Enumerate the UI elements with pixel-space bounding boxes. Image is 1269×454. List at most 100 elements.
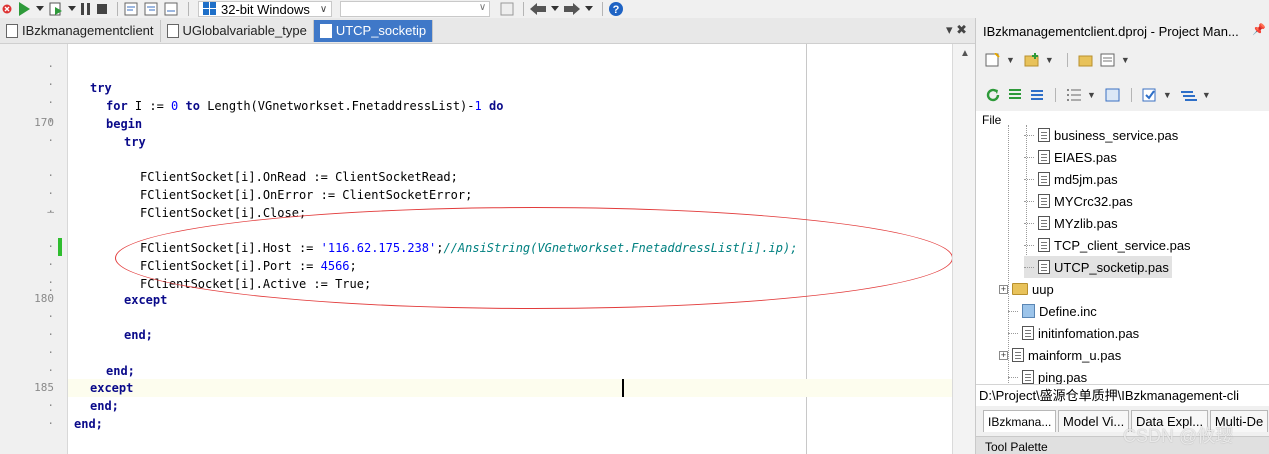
- target-platform-select[interactable]: 32-bit Windows ∨: [198, 1, 333, 17]
- chevron-down-icon[interactable]: ▼: [1121, 55, 1130, 65]
- open-folder-icon[interactable]: [1077, 52, 1095, 68]
- scroll-up-icon[interactable]: ▲: [960, 48, 970, 59]
- forward-arrow-icon[interactable]: [563, 1, 581, 17]
- sort-icon[interactable]: [1065, 87, 1083, 103]
- new-item-icon[interactable]: [984, 52, 1002, 68]
- tree-guide: [1024, 244, 1034, 246]
- build-config-combo[interactable]: ∨: [340, 1, 491, 17]
- line-number-gutter: · · · · 170 · · · · – · · · · 180 · · · …: [0, 44, 68, 454]
- keyword: except: [124, 293, 168, 307]
- string-literal: '116.62.175.238': [320, 241, 437, 255]
- code-line: end;: [124, 326, 153, 344]
- gutter-mark: ·: [47, 134, 54, 147]
- pin-icon[interactable]: 📌: [1252, 23, 1266, 36]
- code-line: end;: [106, 362, 135, 380]
- tool-palette-header[interactable]: Tool Palette: [976, 436, 1269, 454]
- expand-icon[interactable]: +: [999, 350, 1008, 360]
- code-text: Length(VGnetworkset.FnetaddressList)-: [199, 99, 475, 113]
- forward-dropdown-icon[interactable]: [585, 1, 594, 17]
- trace-into-icon[interactable]: [143, 1, 159, 17]
- code-comment: //AnsiString(VGnetworkset.FnetaddressLis…: [443, 241, 798, 255]
- gutter-mark: ·: [47, 310, 54, 323]
- tree-item-business-service[interactable]: business_service.pas: [1024, 124, 1178, 146]
- code-line: end;: [90, 397, 119, 415]
- tree-guide: [1008, 376, 1018, 378]
- run-without-debug-icon[interactable]: [48, 1, 64, 17]
- add-to-project-icon[interactable]: [1023, 52, 1041, 68]
- chevron-down-icon[interactable]: ▼: [1202, 90, 1211, 100]
- run-until-return-icon[interactable]: [163, 1, 179, 17]
- tree-item-eiaes[interactable]: EIAES.pas: [1024, 146, 1117, 168]
- close-project-icon[interactable]: [2, 1, 12, 17]
- tree-item-mainform-u[interactable]: + mainform_u.pas: [999, 344, 1121, 366]
- chevron-down-icon[interactable]: ▼: [1087, 90, 1096, 100]
- expand-icon[interactable]: +: [999, 284, 1008, 294]
- gutter-mark: ·: [47, 169, 54, 182]
- compile-options-icon[interactable]: [1180, 87, 1198, 103]
- pascal-file-icon: [1038, 150, 1050, 164]
- editor-scrollbar[interactable]: ▲: [952, 44, 975, 454]
- tab-multi-device[interactable]: Multi-De: [1209, 410, 1268, 432]
- run-dropdown-icon[interactable]: [36, 1, 44, 17]
- gutter-mark: ·: [47, 187, 54, 200]
- code-editor[interactable]: · · · · 170 · · · · – · · · · 180 · · · …: [0, 44, 953, 454]
- tab-project-manager[interactable]: IBzkmana...: [983, 410, 1057, 432]
- build-icon[interactable]: [500, 1, 514, 17]
- tree-item-label: business_service.pas: [1054, 127, 1179, 143]
- pascal-file-icon: [1038, 216, 1050, 230]
- tree-item-initinfomation[interactable]: initinfomation.pas: [1008, 322, 1139, 344]
- run-options-dropdown-icon[interactable]: [68, 1, 76, 17]
- pause-icon[interactable]: [80, 1, 92, 17]
- tree-item-label: Define.inc: [1039, 303, 1097, 319]
- build-configs-icon[interactable]: [1141, 87, 1159, 103]
- tree-guide: [1024, 178, 1034, 180]
- gutter-mark: ·: [47, 328, 54, 341]
- pascal-file-icon: [1022, 326, 1034, 340]
- tree-item-mycrc32[interactable]: MYCrc32.pas: [1024, 190, 1133, 212]
- chevron-down-icon[interactable]: ▼: [1006, 55, 1015, 65]
- back-dropdown-icon[interactable]: [551, 1, 560, 17]
- tree-item-define-inc[interactable]: Define.inc: [1008, 300, 1097, 322]
- chevron-down-icon[interactable]: ▼: [1163, 90, 1172, 100]
- tree-item-md5jm[interactable]: md5jm.pas: [1024, 168, 1118, 190]
- code-text-area[interactable]: try for I := 0 to Length(VGnetworkset.Fn…: [68, 44, 952, 454]
- code-line: try: [124, 133, 146, 151]
- code-line: FClientSocket[i].Close;: [140, 206, 307, 220]
- folder-icon: [1012, 283, 1028, 295]
- tree-item-utcp-socketip[interactable]: UTCP_socketip.pas: [1024, 256, 1172, 278]
- project-file-icon: [6, 23, 18, 38]
- show-files-icon[interactable]: [1104, 87, 1122, 103]
- keyword: try: [124, 135, 146, 149]
- tab-uglobalvariable-type[interactable]: UGlobalvariable_type: [161, 19, 314, 42]
- modified-line-marker: [58, 238, 62, 256]
- expand-all-icon[interactable]: [1006, 87, 1024, 103]
- keyword: end;: [74, 417, 103, 431]
- view-options-icon[interactable]: [1099, 52, 1117, 68]
- tree-item-tcp-client-service[interactable]: TCP_client_service.pas: [1024, 234, 1191, 256]
- tab-label: IBzkmana...: [988, 414, 1052, 429]
- collapse-all-icon[interactable]: [1028, 87, 1046, 103]
- refresh-icon[interactable]: [984, 87, 1002, 103]
- project-manager-panel: IBzkmanagementclient.dproj - Project Man…: [975, 18, 1269, 454]
- tab-model-view[interactable]: Model Vi...: [1058, 410, 1129, 432]
- help-icon[interactable]: ?: [608, 1, 624, 17]
- tab-label: Multi-De: [1214, 414, 1264, 429]
- run-icon[interactable]: [16, 1, 32, 17]
- tab-data-explorer[interactable]: Data Expl...: [1130, 410, 1208, 432]
- tree-header-file: File: [982, 113, 1002, 127]
- keyword: do: [481, 99, 504, 113]
- tab-utcp-socketip[interactable]: UTCP_socketip: [313, 19, 434, 42]
- tab-dropdown-close-icons[interactable]: ▾ ✖: [946, 22, 967, 38]
- chevron-down-icon[interactable]: ▼: [1045, 55, 1054, 65]
- stop-icon[interactable]: [96, 1, 108, 17]
- code-text: ;: [349, 259, 357, 273]
- tree-item-uup-folder[interactable]: + uup: [999, 278, 1054, 300]
- code-line: try: [90, 79, 112, 97]
- text-caret: [622, 379, 624, 397]
- tree-item-myzlib[interactable]: MYzlib.pas: [1024, 212, 1118, 234]
- project-toolbar-row-1: ▼ ▼ ▼: [976, 46, 1269, 74]
- step-over-icon[interactable]: [123, 1, 139, 17]
- tab-ibzkmanagementclient[interactable]: IBzkmanagementclient: [0, 19, 161, 42]
- back-arrow-icon[interactable]: [529, 1, 547, 17]
- project-file-tree[interactable]: File business_service.pas EIAES.pas md5j…: [976, 111, 1269, 393]
